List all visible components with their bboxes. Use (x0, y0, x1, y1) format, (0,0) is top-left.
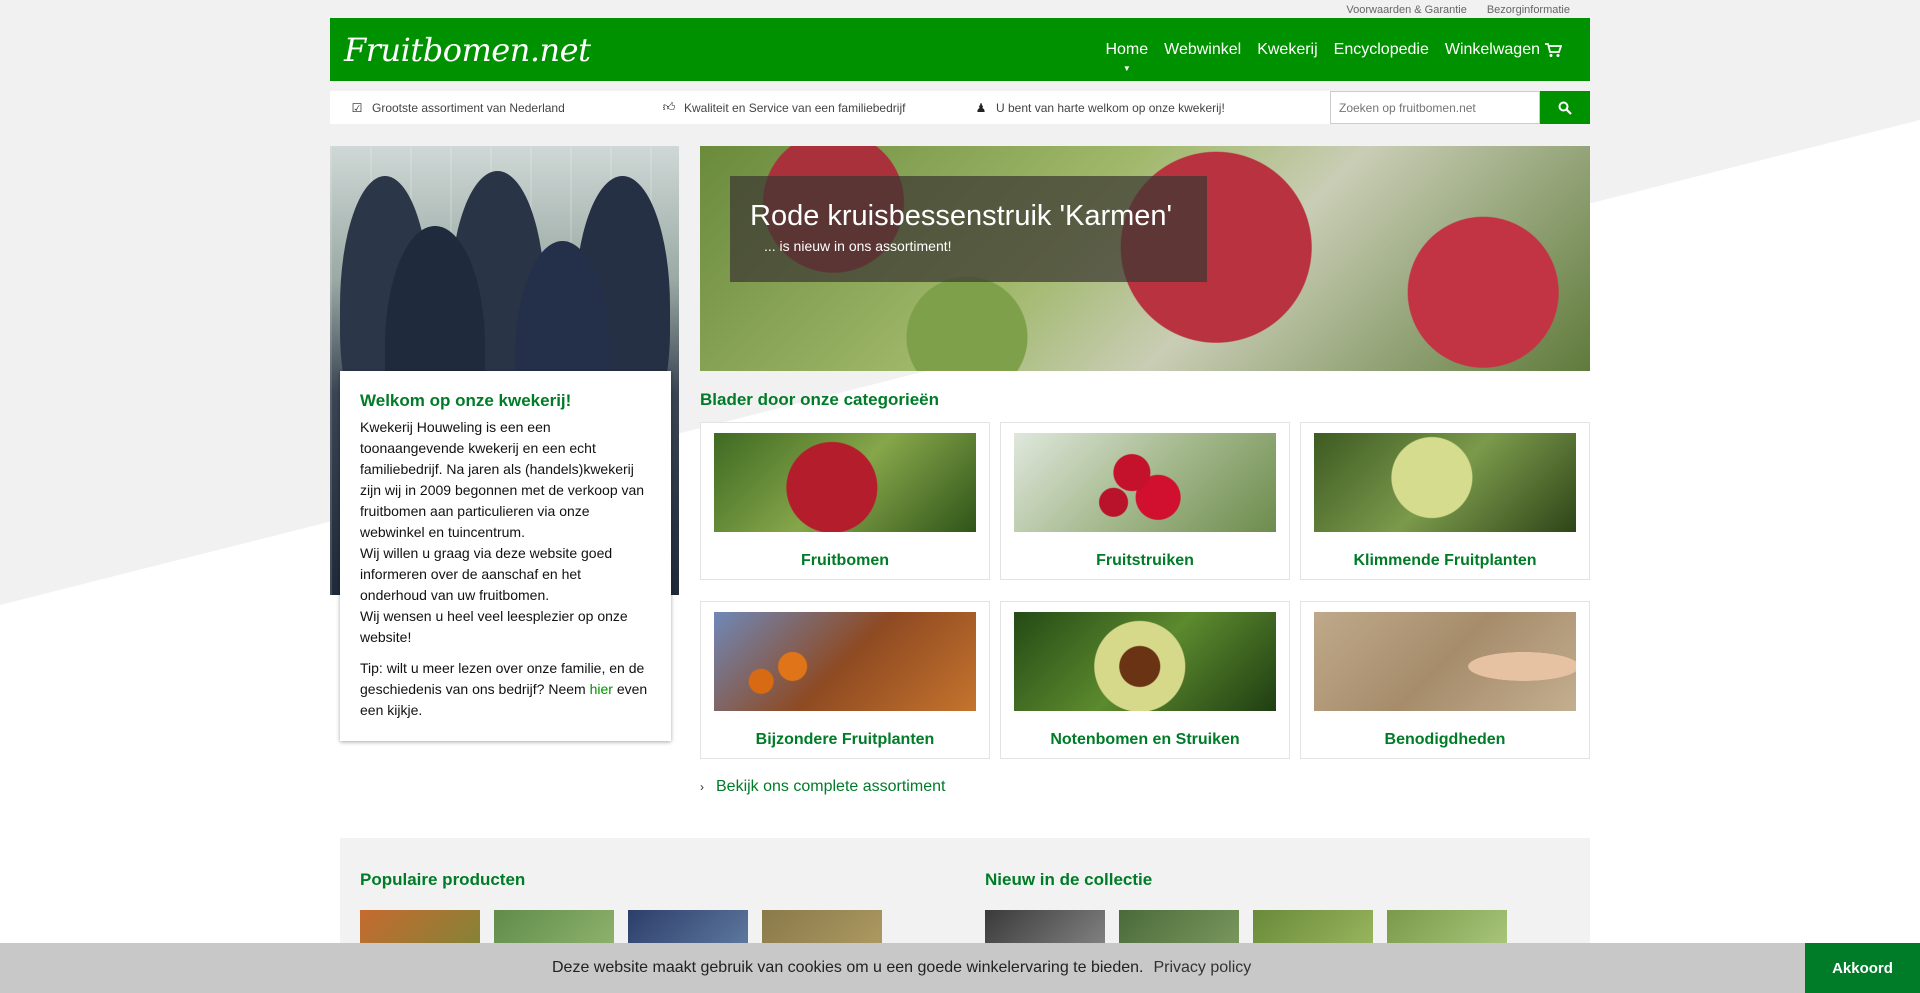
category-card-fruitstruiken[interactable]: Fruitstruiken (1000, 422, 1290, 580)
nav-winkelwagen-label: Winkelwagen (1444, 40, 1540, 58)
popular-title: Populaire producten (360, 870, 526, 889)
tip-link[interactable]: hier (590, 681, 613, 697)
usp-text: Grootste assortiment van Nederland (372, 100, 565, 115)
category-label: Benodigdheden (1384, 731, 1506, 748)
nav-kwekerij-label: Kwekerij (1257, 40, 1318, 58)
category-label: Bijzondere Fruitplanten (755, 731, 935, 748)
main-nav: Home ▼ Webwinkel Kwekerij Encyclopedie W… (1097, 18, 1590, 81)
check-icon: ☑ (351, 100, 363, 115)
category-label: Notenbomen en Struiken (1050, 731, 1240, 748)
category-label: Klimmende Fruitplanten (1353, 552, 1537, 569)
hero-title: Rode kruisbessenstruik 'Karmen' (750, 200, 1173, 232)
hero-banner[interactable]: Rode kruisbessenstruik 'Karmen' ... is n… (700, 146, 1590, 371)
usp-text: Kwaliteit en Service van een familiebedr… (684, 100, 906, 115)
nav-encyclopedie-label: Encyclopedie (1333, 40, 1429, 58)
search-form (1330, 91, 1590, 124)
link-voorwaarden[interactable]: Voorwaarden & Garantie (1346, 0, 1466, 18)
caret-down-icon: ▼ (1122, 64, 1131, 73)
welcome-tip: Tip: wilt u meer lezen over onze familie… (360, 658, 651, 721)
category-image (1014, 433, 1276, 532)
category-image (1014, 612, 1276, 711)
categories-title: Blader door onze categorieën (700, 390, 939, 409)
usp-text: U bent van harte welkom op onze kwekerij… (996, 100, 1225, 115)
category-label: Fruitstruiken (1096, 552, 1194, 569)
search-button[interactable] (1540, 91, 1590, 124)
usp-item: ☑ Grootste assortiment van Nederland (330, 101, 642, 115)
cart-icon (1545, 42, 1562, 57)
view-all-link[interactable]: › Bekijk ons complete assortiment (700, 778, 945, 796)
hero-caption: Rode kruisbessenstruik 'Karmen' ... is n… (730, 176, 1207, 282)
usp-bar: ☑ Grootste assortiment van Nederland 👍︎ … (330, 91, 1590, 124)
category-image (1314, 433, 1576, 532)
category-image (714, 612, 976, 711)
welcome-box: Welkom op onze kwekerij! Kwekerij Houwel… (340, 371, 671, 741)
nav-encyclopedie[interactable]: Encyclopedie (1326, 18, 1437, 81)
nav-webwinkel[interactable]: Webwinkel (1156, 18, 1249, 81)
search-input[interactable] (1330, 91, 1540, 124)
category-card-notenbomen-en-struiken[interactable]: Notenbomen en Struiken (1000, 601, 1290, 759)
site-logo[interactable]: Fruitbomen.net (330, 31, 591, 69)
accept-cookies-button[interactable]: Akkoord (1805, 943, 1920, 993)
welcome-paragraph: Wij willen u graag via deze website goed… (360, 545, 613, 603)
cookie-bar: Deze website maakt gebruik van cookies o… (0, 943, 1920, 993)
people-icon: ♟ (975, 100, 987, 115)
category-card-fruitbomen[interactable]: Fruitbomen (700, 422, 990, 580)
thumbs-up-icon: 👍︎ (662, 100, 676, 114)
category-card-bijzondere-fruitplanten[interactable]: Bijzondere Fruitplanten (700, 601, 990, 759)
new-collection-title: Nieuw in de collectie (985, 870, 1153, 889)
welcome-paragraph: Wij wensen u heel veel leesplezier op on… (360, 608, 628, 645)
search-icon (1558, 101, 1572, 115)
welcome-paragraph: Kwekerij Houweling is een een toonaangev… (360, 419, 645, 540)
category-image (714, 433, 976, 532)
view-all-label: Bekijk ons complete assortiment (716, 778, 946, 795)
usp-item: ♟ U bent van harte welkom op onze kweker… (954, 101, 1266, 115)
nav-kwekerij[interactable]: Kwekerij (1249, 18, 1325, 81)
category-image (1314, 612, 1576, 711)
category-label: Fruitbomen (801, 552, 889, 569)
privacy-policy-link[interactable]: Privacy policy (1153, 959, 1251, 977)
nav-home[interactable]: Home ▼ (1097, 18, 1156, 81)
chevron-right-icon: › (700, 780, 704, 794)
nav-webwinkel-label: Webwinkel (1164, 40, 1242, 58)
link-bezorginformatie[interactable]: Bezorginformatie (1487, 0, 1570, 18)
usp-item: 👍︎ Kwaliteit en Service van een familieb… (642, 100, 954, 115)
nav-winkelwagen[interactable]: Winkelwagen (1437, 18, 1570, 81)
welcome-text: Kwekerij Houweling is een een toonaangev… (360, 417, 651, 648)
cookie-message: Deze website maakt gebruik van cookies o… (552, 959, 1144, 976)
category-card-klimmende-fruitplanten[interactable]: Klimmende Fruitplanten (1300, 422, 1590, 580)
categories-grid: Fruitbomen Fruitstruiken Klimmende Fruit… (700, 422, 1590, 759)
category-card-benodigdheden[interactable]: Benodigdheden (1300, 601, 1590, 759)
top-links: Voorwaarden & Garantie Bezorginformatie (330, 0, 1590, 18)
welcome-title: Welkom op onze kwekerij! (360, 391, 572, 410)
nav-home-label: Home (1105, 40, 1149, 58)
hero-subtitle: ... is nieuw in ons assortiment! (764, 238, 952, 254)
main-header: Fruitbomen.net Home ▼ Webwinkel Kwekerij… (330, 18, 1590, 81)
